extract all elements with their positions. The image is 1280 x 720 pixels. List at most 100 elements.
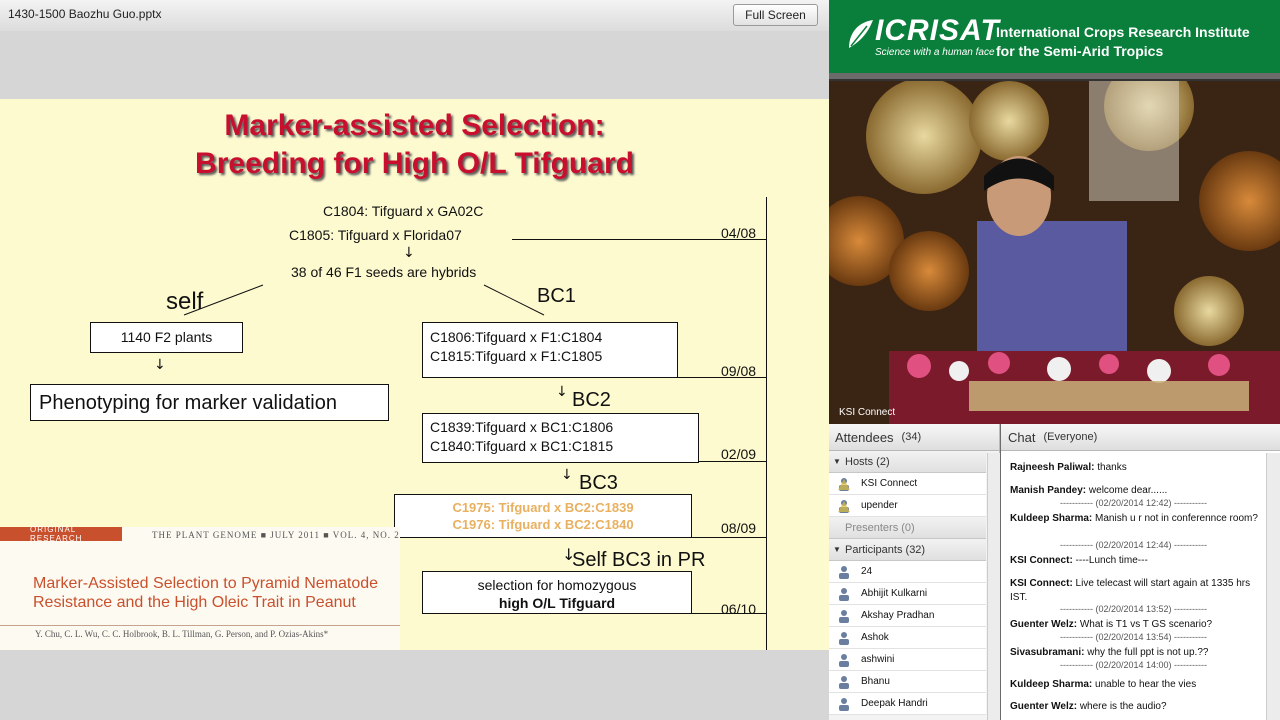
attendees-header: Attendees (34) xyxy=(829,424,999,451)
chat-scope: (Everyone) xyxy=(1043,431,1098,443)
chat-message: Manish Pandey: welcome dear...... xyxy=(1010,484,1262,498)
speaker-video-image xyxy=(829,81,1280,424)
chat-message: Guenter Welz: where is the audio? xyxy=(1010,700,1262,714)
user-icon xyxy=(839,587,849,601)
date-label: 04/08 xyxy=(721,225,757,241)
date-label: 08/09 xyxy=(721,520,757,536)
participant-item[interactable]: Ashok xyxy=(829,627,986,649)
chat-timestamp: ----------- (02/20/2014 12:42) ---------… xyxy=(1060,498,1207,508)
final-selection-line-2: high O/L Tifguard xyxy=(498,595,616,611)
chat-text: Manish u r not in conferennce room? xyxy=(1092,513,1258,524)
host-item[interactable]: upender xyxy=(829,495,986,517)
hybrids-text: 38 of 46 F1 seeds are hybrids xyxy=(291,264,477,280)
host-user-icon xyxy=(838,499,850,513)
chat-panel: Chat (Everyone) Rajneesh Paliwal: thanks… xyxy=(1001,424,1280,720)
self-label: self xyxy=(166,288,204,315)
f2-plants-box: 1140 F2 plants xyxy=(90,322,243,353)
chat-message: KSI Connect: ----Lunch time--- xyxy=(1010,554,1262,568)
user-icon xyxy=(839,631,849,645)
paper-title: Marker-Assisted Selection to Pyramid Nem… xyxy=(33,575,379,611)
participant-item[interactable]: 24 xyxy=(829,561,986,583)
chat-text: ----Lunch time--- xyxy=(1072,555,1148,566)
paper-divider xyxy=(0,625,400,626)
chat-text: welcome dear...... xyxy=(1086,485,1168,496)
chat-timestamp: ----------- (02/20/2014 14:00) ---------… xyxy=(1060,660,1207,670)
participant-name: Bhanu xyxy=(861,676,890,687)
chat-message: KSI Connect: Live telecast will start ag… xyxy=(1010,577,1262,605)
date-label: 09/08 xyxy=(721,363,757,379)
self-bc3-label: Self BC3 in PR xyxy=(572,549,706,571)
chat-message: Kuldeep Sharma: Manish u r not in confer… xyxy=(1010,512,1262,526)
presenters-group-label: Presenters (0) xyxy=(845,521,915,534)
paper-excerpt: ORIGINAL RESEARCH THE PLANT GENOME ■ JUL… xyxy=(0,525,400,650)
chat-timestamp: ----------- (02/20/2014 12:44) ---------… xyxy=(1060,540,1207,550)
arrow-down-icon: ↓ xyxy=(154,357,166,373)
slide-margin-bottom xyxy=(0,650,829,720)
bc1-cross-2: C1815:Tifguard x F1:C1805 xyxy=(430,348,603,364)
presentation-title-bar: 1430-1500 Baozhu Guo.pptx Full Screen xyxy=(0,0,829,32)
chat-message: Sivasubramani: why the full ppt is not u… xyxy=(1010,646,1262,660)
phenotyping-text: Phenotyping for marker validation xyxy=(39,392,337,414)
f2-plants-text: 1140 F2 plants xyxy=(120,329,213,345)
slide-title-line-2: Breeding for High O/L Tifguard xyxy=(195,147,634,180)
attendees-count: (34) xyxy=(901,431,922,443)
final-selection-box: selection for homozygous high O/L Tifgua… xyxy=(422,571,692,614)
paper-section-header: ORIGINAL RESEARCH xyxy=(0,525,122,543)
org-name-line-1: International Crops Research Institute xyxy=(996,24,1250,40)
bc3-label: BC3 xyxy=(579,472,618,494)
chat-sender: Sivasubramani: xyxy=(1010,647,1085,658)
attendees-scrollbar[interactable] xyxy=(987,453,1000,720)
phenotyping-box: Phenotyping for marker validation xyxy=(30,384,389,421)
chat-sender: Manish Pandey: xyxy=(1010,485,1087,496)
bc2-cross-1: C1839:Tifguard x BC1:C1806 xyxy=(430,419,614,435)
chat-title: Chat xyxy=(1008,429,1036,445)
slide-margin-top xyxy=(0,31,829,99)
participant-name: Ashok xyxy=(861,632,889,643)
chat-message: Rajneesh Paliwal: thanks xyxy=(1010,461,1262,475)
timeline-line xyxy=(766,197,767,650)
host-item[interactable]: KSI Connect xyxy=(829,473,986,495)
arrow-down-icon: ↓ xyxy=(561,467,573,483)
chat-messages: Rajneesh Paliwal: thanks Manish Pandey: w… xyxy=(1001,450,1266,720)
date-label: 02/09 xyxy=(721,446,757,462)
bc1-cross-1: C1806:Tifguard x F1:C1804 xyxy=(430,329,603,345)
hosts-group[interactable]: ▼ Hosts (2) xyxy=(829,451,986,473)
chat-sender: KSI Connect: xyxy=(1010,578,1073,589)
paper-journal: THE PLANT GENOME ■ JULY 2011 ■ VOL. 4, N… xyxy=(152,530,400,540)
participant-item[interactable]: Abhijit Kulkarni xyxy=(829,583,986,605)
chat-sender: Rajneesh Paliwal: xyxy=(1010,462,1095,473)
participant-name: Deepak Handri xyxy=(861,698,928,709)
brand-header: ICRISAT Science with a human face Intern… xyxy=(829,0,1280,73)
participant-name: ashwini xyxy=(861,654,895,665)
final-selection-line-1: selection for homozygous xyxy=(477,577,637,593)
video-source-label: KSI Connect xyxy=(839,407,896,418)
participants-group[interactable]: ▼ Participants (32) xyxy=(829,539,986,561)
host-name: KSI Connect xyxy=(861,478,918,489)
chat-scrollbar[interactable] xyxy=(1266,453,1280,720)
chat-header: Chat (Everyone) xyxy=(1001,424,1280,451)
chat-sender: KSI Connect: xyxy=(1010,555,1073,566)
participant-item[interactable]: ashwini xyxy=(829,649,986,671)
bc2-box: C1839:Tifguard x BC1:C1806 C1840:Tifguar… xyxy=(422,413,699,463)
participant-item[interactable]: Akshay Pradhan xyxy=(829,605,986,627)
bc2-cross-2: C1840:Tifguard x BC1:C1815 xyxy=(430,438,614,454)
chat-sender: Kuldeep Sharma: xyxy=(1010,513,1093,524)
attendees-title: Attendees xyxy=(835,429,894,445)
collapse-triangle-icon[interactable]: ▼ xyxy=(829,545,845,554)
presentation-filename: 1430-1500 Baozhu Guo.pptx xyxy=(8,7,162,21)
bc3-cross-2: C1976: Tifguard x BC2:C1840 xyxy=(452,517,634,532)
participant-item[interactable]: Deepak Handri xyxy=(829,693,986,715)
bc2-label: BC2 xyxy=(572,389,611,411)
host-name: upender xyxy=(861,500,898,511)
collapse-triangle-icon[interactable]: ▼ xyxy=(829,457,845,466)
full-screen-button[interactable]: Full Screen xyxy=(733,4,818,26)
chat-sender: Kuldeep Sharma: xyxy=(1010,679,1093,690)
arrow-down-icon: ↓ xyxy=(556,384,568,400)
presenters-group[interactable]: Presenters (0) xyxy=(829,517,986,539)
date-label: 06/10 xyxy=(721,601,757,617)
video-feed[interactable]: KSI Connect xyxy=(829,79,1280,424)
participant-item[interactable]: Bhanu xyxy=(829,671,986,693)
participant-name: 24 xyxy=(861,566,873,577)
brand-tagline: Science with a human face xyxy=(875,47,995,58)
user-icon xyxy=(839,609,849,623)
